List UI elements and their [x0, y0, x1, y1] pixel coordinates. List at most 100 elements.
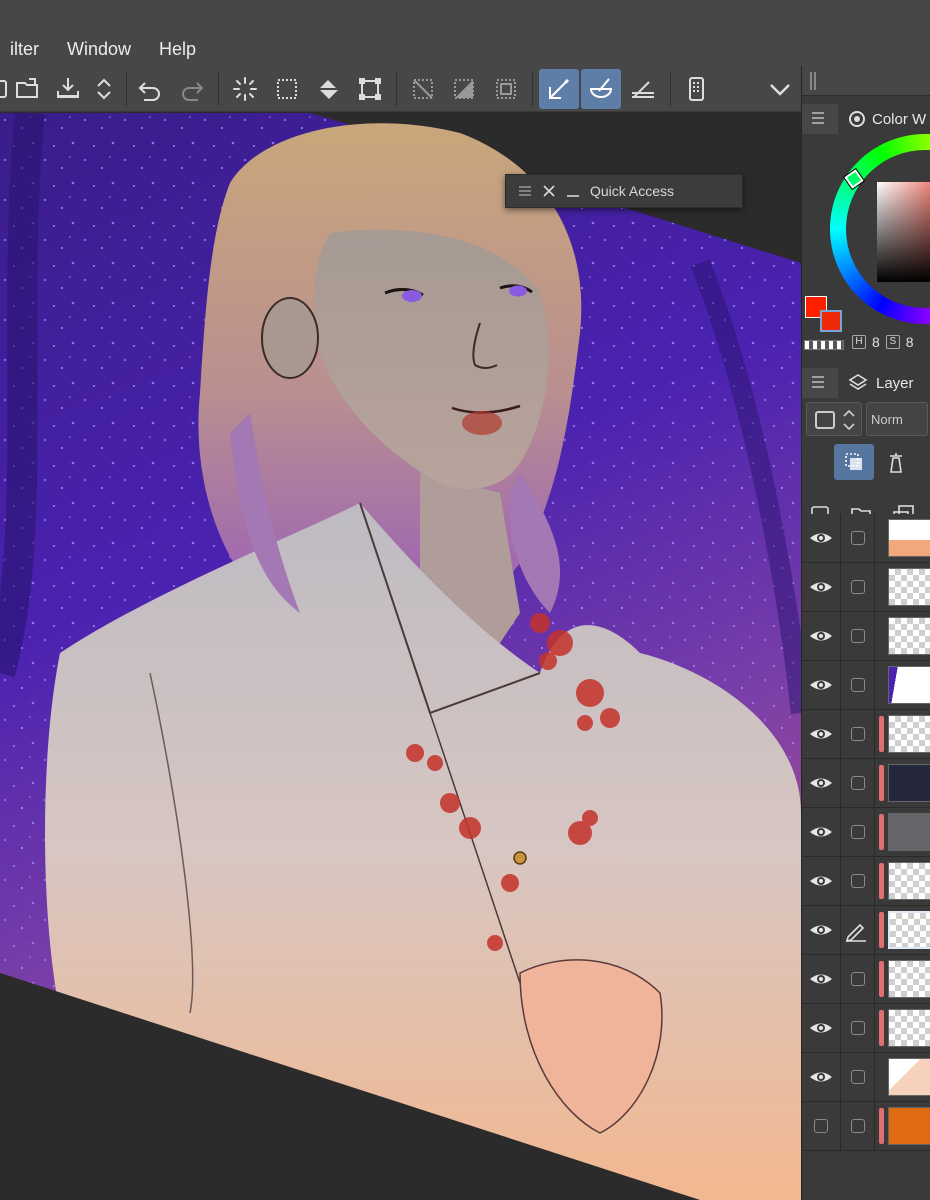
canvas-area[interactable] — [0, 113, 801, 1200]
layer-checkbox[interactable] — [851, 776, 865, 790]
eye-icon[interactable] — [808, 722, 834, 746]
clip-indicator — [879, 1010, 884, 1046]
menu-window[interactable]: Window — [53, 39, 145, 60]
color-panel-title: Color W — [872, 110, 927, 128]
deselect-icon[interactable] — [403, 69, 443, 109]
pen-edit-icon[interactable] — [844, 920, 868, 943]
snap-ruler-icon[interactable] — [623, 69, 663, 109]
layer-thumbnail — [888, 568, 930, 606]
layer-row[interactable] — [802, 661, 930, 710]
chevron-down-icon[interactable] — [760, 69, 800, 109]
layer-checkbox[interactable] — [851, 580, 865, 594]
menu-help[interactable]: Help — [145, 39, 210, 60]
layer-row[interactable] — [802, 857, 930, 906]
eye-icon[interactable] — [808, 869, 834, 893]
eye-icon[interactable] — [808, 526, 834, 550]
transform-icon[interactable] — [350, 69, 390, 109]
layer-row[interactable] — [802, 808, 930, 857]
layer-row-hidden[interactable] — [802, 1102, 930, 1151]
transparent-color-swatch[interactable] — [804, 340, 844, 350]
eye-icon[interactable] — [808, 967, 834, 991]
layer-row-selected[interactable] — [802, 906, 930, 955]
selection-dotted-icon[interactable] — [267, 69, 307, 109]
app-window: ilter Window Help Quick Access Color W H… — [0, 0, 930, 1200]
layer-checkbox[interactable] — [851, 825, 865, 839]
layer-panel-title: Layer — [876, 374, 914, 392]
layer-thumbnail — [888, 617, 930, 655]
eye-icon[interactable] — [808, 673, 834, 697]
eye-icon[interactable] — [808, 820, 834, 844]
layer-row[interactable] — [802, 1004, 930, 1053]
lasso-loading-icon[interactable] — [225, 69, 265, 109]
eye-icon[interactable] — [808, 1065, 834, 1089]
layer-thumbnail — [888, 862, 930, 900]
saturation-value-square[interactable] — [877, 182, 930, 282]
layer-thumbnail — [888, 666, 930, 704]
layer-row[interactable] — [802, 612, 930, 661]
clip-indicator — [879, 765, 884, 801]
pen-ruler-icon[interactable] — [539, 69, 579, 109]
fill-bucket-icon[interactable] — [309, 69, 349, 109]
export-icon[interactable] — [48, 69, 88, 109]
layer-row[interactable] — [802, 759, 930, 808]
layer-checkbox[interactable] — [851, 874, 865, 888]
layer-checkbox[interactable] — [851, 1070, 865, 1084]
clip-layer-button[interactable] — [834, 444, 874, 480]
layer-checkbox[interactable] — [851, 629, 865, 643]
brush-bowl-icon[interactable] — [581, 69, 621, 109]
menu-filter[interactable]: ilter — [0, 39, 53, 60]
layer-row[interactable] — [802, 710, 930, 759]
title-strip — [0, 0, 930, 32]
minimize-icon[interactable] — [566, 184, 580, 198]
eye-icon[interactable] — [808, 1016, 834, 1040]
reference-layer-button[interactable] — [876, 444, 916, 480]
eye-icon[interactable] — [808, 575, 834, 599]
layer-row[interactable] — [802, 514, 930, 563]
invert-selection-icon[interactable] — [444, 69, 484, 109]
layer-thumbnail — [888, 1009, 930, 1047]
clip-indicator — [879, 1108, 884, 1144]
blend-mode-select[interactable]: Norm — [866, 402, 928, 436]
eye-icon[interactable] — [808, 771, 834, 795]
layer-thumbnail — [888, 813, 930, 851]
menu-bar: ilter Window Help — [0, 32, 930, 66]
visibility-checkbox[interactable] — [814, 1119, 828, 1133]
lighthouse-icon — [890, 453, 902, 473]
layer-checkbox[interactable] — [851, 972, 865, 986]
quick-access-panel[interactable]: Quick Access — [505, 174, 743, 208]
clip-indicator — [879, 814, 884, 850]
stepper-icon[interactable] — [84, 69, 124, 109]
undo-icon[interactable] — [130, 69, 170, 109]
saturation-value[interactable]: 8 — [906, 334, 914, 350]
layer-checkbox[interactable] — [851, 1021, 865, 1035]
eye-icon[interactable] — [808, 624, 834, 648]
open-icon[interactable] — [8, 69, 48, 109]
layer-color-box[interactable] — [806, 402, 862, 436]
select-border-icon[interactable] — [486, 69, 526, 109]
layer-panel-menu-icon[interactable] — [812, 376, 824, 388]
layer-checkbox[interactable] — [851, 1119, 865, 1133]
eye-icon[interactable] — [808, 918, 834, 942]
device-icon[interactable] — [676, 69, 716, 109]
layer-panel-header: Layer — [802, 368, 930, 398]
sub-color-swatch[interactable] — [820, 310, 842, 332]
color-wheel-area[interactable]: H 8 S 8 — [802, 134, 930, 360]
artwork-canvas[interactable] — [0, 113, 801, 1200]
layer-row[interactable] — [802, 1053, 930, 1102]
close-icon[interactable] — [542, 184, 556, 198]
panel-menu-icon[interactable] — [812, 112, 824, 124]
tab-layer[interactable]: Layer — [838, 368, 930, 398]
layer-checkbox[interactable] — [851, 678, 865, 692]
layer-list — [802, 514, 930, 1151]
layer-row[interactable] — [802, 563, 930, 612]
layer-row[interactable] — [802, 955, 930, 1004]
layer-checkbox[interactable] — [851, 531, 865, 545]
layer-checkbox[interactable] — [851, 727, 865, 741]
grip-icon[interactable] — [518, 184, 532, 198]
hue-value[interactable]: 8 — [872, 334, 880, 350]
tab-color-wheel[interactable]: Color W — [838, 104, 930, 134]
redo-icon[interactable] — [172, 69, 212, 109]
clip-indicator — [879, 912, 884, 948]
chevron-updown-icon[interactable] — [841, 407, 857, 433]
dock-grip[interactable] — [802, 66, 930, 96]
